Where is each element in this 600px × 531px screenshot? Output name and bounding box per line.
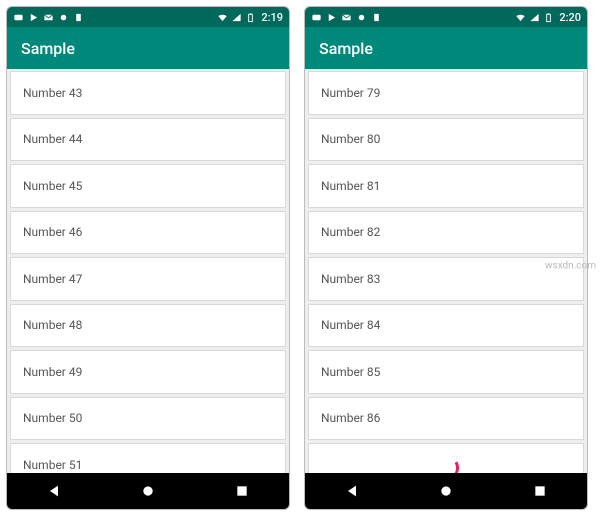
list-view[interactable]: Number 43 Number 44 Number 45 Number 46 … xyxy=(7,69,289,473)
play-icon xyxy=(28,12,39,23)
phone-right: 2:20 Sample Number 79 Number 80 Number 8… xyxy=(304,6,588,510)
signal-icon xyxy=(231,12,242,23)
clock: 2:20 xyxy=(559,11,581,24)
list-item-label: Number 44 xyxy=(23,132,82,146)
battery-icon xyxy=(543,12,554,23)
status-bar: 2:20 xyxy=(305,7,587,27)
wifi-icon xyxy=(217,12,228,23)
list-item-label: Number 84 xyxy=(321,318,380,332)
loading-spinner-icon xyxy=(430,452,462,473)
list-item[interactable]: Number 82 xyxy=(308,211,584,255)
list-item-label: Number 48 xyxy=(23,318,82,332)
home-icon[interactable] xyxy=(140,483,156,499)
app-bar: Sample xyxy=(305,27,587,69)
list-item-label: Number 43 xyxy=(23,86,82,100)
list-item[interactable]: Number 51 xyxy=(10,443,286,473)
debug-icon xyxy=(58,12,69,23)
list-item-label: Number 45 xyxy=(23,179,82,193)
debug-icon xyxy=(356,12,367,23)
back-icon[interactable] xyxy=(46,483,62,499)
list-item[interactable]: Number 83 xyxy=(308,257,584,301)
list-view[interactable]: Number 79 Number 80 Number 81 Number 82 … xyxy=(305,69,587,473)
list-item-label: Number 85 xyxy=(321,365,380,379)
list-item-label: Number 82 xyxy=(321,225,380,239)
list-item-label: Number 50 xyxy=(23,411,82,425)
nav-bar xyxy=(7,473,289,509)
app-bar: Sample xyxy=(7,27,289,69)
clock: 2:19 xyxy=(261,11,283,24)
mail-icon xyxy=(341,12,352,23)
list-item[interactable]: Number 80 xyxy=(308,118,584,162)
phone-left: 2:19 Sample Number 43 Number 44 Number 4… xyxy=(6,6,290,510)
sim-icon xyxy=(371,12,382,23)
list-item[interactable]: Number 81 xyxy=(308,164,584,208)
list-item[interactable]: Number 49 xyxy=(10,350,286,394)
list-item[interactable]: Number 50 xyxy=(10,397,286,441)
list-item-label: Number 49 xyxy=(23,365,82,379)
list-item[interactable]: Number 45 xyxy=(10,164,286,208)
list-item[interactable]: Number 86 xyxy=(308,397,584,441)
list-item-label: Number 46 xyxy=(23,225,82,239)
youtube-icon xyxy=(13,12,24,23)
list-item-label: Number 51 xyxy=(23,458,82,472)
list-item-label: Number 81 xyxy=(321,179,380,193)
app-title: Sample xyxy=(319,39,373,58)
list-item[interactable]: Number 43 xyxy=(10,71,286,115)
status-left-icons xyxy=(13,12,84,23)
youtube-icon xyxy=(311,12,322,23)
list-item[interactable]: Number 47 xyxy=(10,257,286,301)
list-item-label: Number 83 xyxy=(321,272,380,286)
list-item[interactable]: Number 85 xyxy=(308,350,584,394)
list-item-label: Number 47 xyxy=(23,272,82,286)
list-item[interactable]: Number 84 xyxy=(308,304,584,348)
status-left-icons xyxy=(311,12,382,23)
list-item[interactable]: Number 79 xyxy=(308,71,584,115)
sim-icon xyxy=(73,12,84,23)
signal-icon xyxy=(529,12,540,23)
list-item[interactable]: Number 46 xyxy=(10,211,286,255)
status-right-icons: 2:19 xyxy=(217,11,283,24)
back-icon[interactable] xyxy=(344,483,360,499)
list-item-label: Number 80 xyxy=(321,132,380,146)
list-item[interactable]: Number 44 xyxy=(10,118,286,162)
recents-icon[interactable] xyxy=(234,483,250,499)
recents-icon[interactable] xyxy=(532,483,548,499)
list-item-label: Number 86 xyxy=(321,411,380,425)
mail-icon xyxy=(43,12,54,23)
watermark: wsxdn.com xyxy=(545,260,596,271)
app-title: Sample xyxy=(21,39,75,58)
wifi-icon xyxy=(515,12,526,23)
nav-bar xyxy=(305,473,587,509)
list-item-label: Number 79 xyxy=(321,86,380,100)
battery-icon xyxy=(245,12,256,23)
status-right-icons: 2:20 xyxy=(515,11,581,24)
list-item[interactable]: Number 48 xyxy=(10,304,286,348)
loading-row xyxy=(308,443,584,473)
status-bar: 2:19 xyxy=(7,7,289,27)
play-icon xyxy=(326,12,337,23)
screenshots-stage: 2:19 Sample Number 43 Number 44 Number 4… xyxy=(0,0,600,516)
home-icon[interactable] xyxy=(438,483,454,499)
